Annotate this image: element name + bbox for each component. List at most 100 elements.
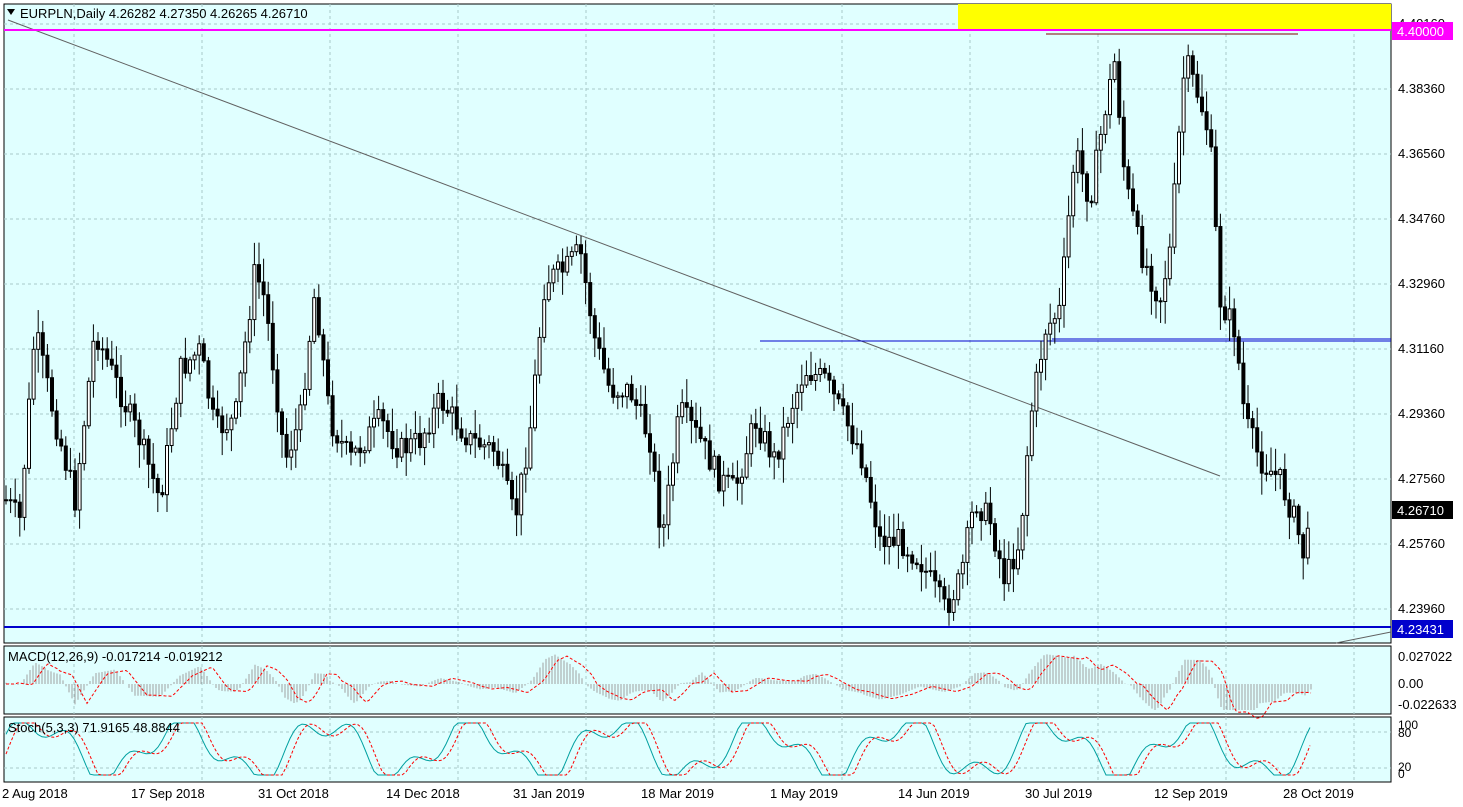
candle-body (859, 443, 864, 469)
price-tick: 4.31160 (1398, 341, 1444, 356)
price-axis[interactable]: 4.40160 4.38360 4.36560 4.34760 4.32960 … (1398, 16, 1445, 616)
candle-body (418, 432, 422, 449)
candle-body (82, 425, 87, 465)
candle-body (303, 388, 307, 406)
candle-body (574, 244, 579, 253)
candle-body (1020, 514, 1025, 551)
candle-body (321, 334, 326, 361)
stoch-pane[interactable] (3, 716, 1392, 783)
candle-body (970, 511, 974, 529)
candle-body (1140, 225, 1145, 268)
time-axis[interactable]: 2 Aug 2018 17 Sep 2018 31 Oct 2018 14 De… (2, 786, 1354, 801)
candle-body (229, 417, 234, 431)
candle-body (266, 294, 271, 324)
candle-body (1080, 150, 1085, 175)
candle-body (514, 498, 519, 516)
support-price-text: 4.23431 (1397, 622, 1444, 637)
candle-body (786, 422, 790, 428)
candle-body (395, 448, 399, 458)
candle-body (1135, 210, 1140, 227)
candle-body (620, 395, 625, 398)
candle-body (114, 364, 119, 378)
candle-body (928, 570, 933, 573)
price-tick: 4.25760 (1398, 536, 1445, 551)
candle-body (781, 426, 786, 460)
time-tick: 14 Dec 2018 (386, 786, 460, 801)
candle-body (169, 428, 174, 447)
candle-body (188, 359, 192, 374)
candle-body (441, 392, 445, 411)
candle-body (381, 409, 386, 422)
candle-body (289, 449, 294, 458)
candle-body (795, 391, 800, 409)
candle-body (588, 282, 593, 317)
candle-body (873, 501, 878, 528)
candle-body (243, 341, 248, 374)
candle-body (1048, 322, 1053, 335)
candle-body (68, 469, 73, 472)
candle-body (960, 561, 965, 575)
candle-body (611, 384, 616, 398)
candle-body (592, 315, 597, 339)
candle-body (197, 343, 202, 356)
chart-canvas[interactable]: EURPLN,Daily 4.26282 4.27350 4.26265 4.2… (0, 0, 1463, 807)
candle-body (1264, 472, 1269, 475)
candle-body (220, 415, 225, 434)
candle-body (224, 429, 229, 434)
candle-body (464, 437, 468, 446)
stoch-tick: 0 (1398, 767, 1405, 781)
candle-body (1209, 129, 1214, 148)
candle-body (160, 492, 165, 496)
candle-body (818, 367, 823, 375)
candle-body (459, 428, 464, 439)
candle-body (105, 348, 110, 360)
time-tick: 18 Mar 2019 (641, 786, 714, 801)
candle-body (211, 397, 215, 410)
candle-body (519, 473, 524, 516)
candle-body (45, 354, 50, 379)
candle-body (1273, 470, 1278, 476)
candle-body (482, 444, 487, 448)
candle-body (376, 409, 381, 419)
time-tick: 28 Oct 2019 (1283, 786, 1354, 801)
candle-body (178, 357, 183, 404)
candle-body (804, 375, 809, 386)
candle-body (312, 297, 317, 342)
candle-body (1025, 455, 1030, 516)
candle-body (275, 369, 280, 413)
candle-body (1126, 166, 1131, 190)
candle-body (648, 433, 652, 453)
candle-body (721, 474, 726, 492)
candle-body (924, 570, 928, 573)
candle-body (510, 479, 514, 500)
candle-body (905, 554, 910, 557)
candle-body (234, 401, 238, 419)
candle-body (436, 392, 441, 409)
candle-body (1131, 188, 1135, 212)
candle-body (1195, 73, 1200, 98)
trading-chart-window: EURPLN,Daily 4.26282 4.27350 4.26265 4.2… (0, 0, 1463, 807)
candle-body (758, 427, 763, 444)
candle-body (1177, 131, 1181, 185)
candle-body (1112, 61, 1117, 81)
candle-body (367, 426, 372, 452)
candle-body (850, 425, 855, 445)
candle-body (569, 251, 574, 257)
candle-body (726, 474, 731, 477)
candle-body (937, 580, 942, 588)
candle-body (505, 463, 510, 481)
candle-body (1006, 558, 1011, 585)
candle-body (261, 281, 266, 296)
candle-body (316, 297, 321, 336)
candle-body (528, 427, 533, 469)
candle-body (1296, 505, 1301, 536)
candle-body (335, 435, 340, 444)
candle-body (183, 357, 188, 374)
candle-body (579, 244, 583, 255)
candle-body (86, 380, 91, 427)
candle-body (17, 501, 22, 518)
candle-body (1269, 470, 1273, 475)
candle-body (730, 475, 735, 479)
candle-body (1034, 371, 1039, 412)
candle-body (560, 261, 565, 273)
